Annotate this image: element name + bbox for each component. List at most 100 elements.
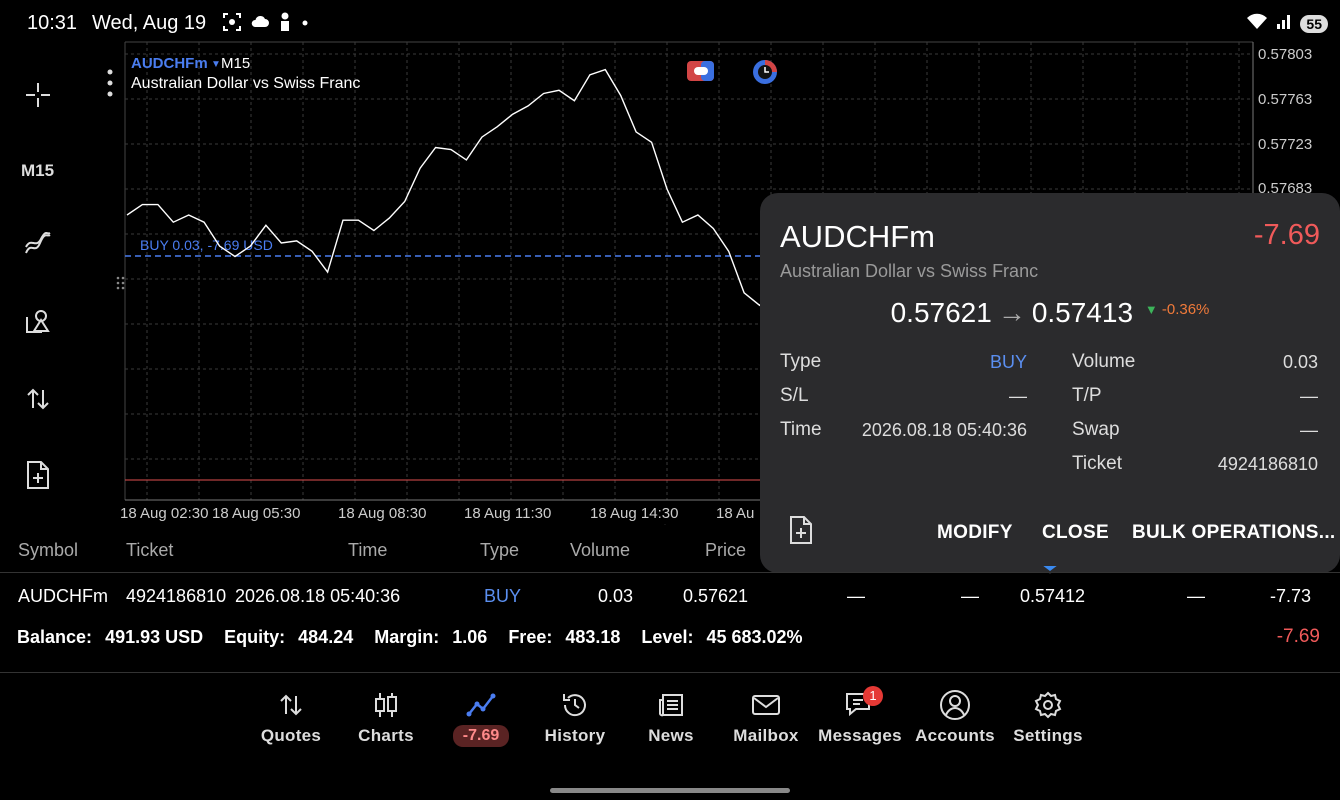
- nav-label: Settings: [1013, 726, 1083, 745]
- time-tick: 18 Aug 05:30: [212, 505, 300, 522]
- price-tick: 0.57723: [1258, 136, 1312, 153]
- field-label: S/L: [780, 385, 809, 406]
- row-swap: —: [1187, 586, 1205, 606]
- field-value-type: BUY: [989, 352, 1027, 372]
- free-label: Free:: [508, 627, 553, 647]
- field-value-volume: 0.03: [1282, 352, 1318, 372]
- chart-menu-button[interactable]: [107, 69, 113, 97]
- modify-button[interactable]: MODIFY: [937, 522, 1013, 544]
- row-tp: —: [961, 586, 979, 606]
- margin-label: Margin:: [374, 627, 440, 647]
- nav-quotes[interactable]: Quotes: [243, 688, 339, 746]
- signal-icon: [1276, 12, 1292, 35]
- user-circle-icon: [907, 688, 1003, 722]
- field-label: Ticket: [1072, 453, 1122, 474]
- history-icon: [527, 688, 623, 722]
- nav-label: Charts: [358, 726, 414, 745]
- news-icon: [623, 688, 719, 722]
- nav-label: Messages: [818, 726, 902, 745]
- signal-clock-icon[interactable]: [753, 60, 777, 84]
- down-triangle-icon: ▼: [1144, 302, 1158, 317]
- close-indicator-icon: [1043, 566, 1057, 571]
- indicators-button[interactable]: [0, 222, 75, 272]
- nav-trade-profit: -7.69: [452, 725, 510, 747]
- bulk-operations-button[interactable]: BULK OPERATIONS...: [1132, 522, 1336, 544]
- col-header-symbol[interactable]: Symbol: [18, 540, 78, 561]
- balance-label: Balance:: [17, 627, 93, 647]
- field-value-tp: —: [1300, 386, 1318, 406]
- screenshot-icon: [222, 12, 242, 37]
- field-label: T/P: [1072, 385, 1102, 406]
- nav-messages[interactable]: Messages: [812, 688, 908, 746]
- price-change-row: 0.57621 → 0.57413 ▼ -0.36%: [760, 297, 1340, 329]
- time-tick: 18 Aug 14:30: [590, 505, 678, 522]
- account-summary: Balance: 491.93 USD Equity: 484.24 Margi…: [17, 627, 819, 648]
- price-tick: 0.57803: [1258, 46, 1312, 63]
- level-value: 45 683.02%: [706, 627, 803, 647]
- nav-label: News: [648, 726, 694, 745]
- shapes-icon: [24, 307, 52, 340]
- symbol-dropdown-icon[interactable]: ▼: [211, 59, 221, 70]
- nav-accounts[interactable]: Accounts: [907, 688, 1003, 746]
- current-price: 0.57413: [1031, 297, 1134, 328]
- position-detail-card: AUDCHFm -7.69 Australian Dollar vs Swiss…: [760, 193, 1340, 574]
- nav-charts[interactable]: Charts: [338, 688, 434, 746]
- time-tick: 18 Aug 02:30: [120, 505, 208, 522]
- trade-button[interactable]: [0, 376, 75, 426]
- report-button[interactable]: [788, 515, 814, 550]
- time-tick: 18 Aug 08:30: [338, 505, 426, 522]
- nav-label: Mailbox: [733, 726, 799, 745]
- system-icons: 55: [1246, 12, 1328, 35]
- row-type: BUY: [484, 586, 522, 606]
- up-down-arrows-icon: [243, 688, 339, 722]
- nav-settings[interactable]: Settings: [1000, 688, 1096, 746]
- timeframe-button[interactable]: M15: [0, 146, 75, 196]
- home-indicator[interactable]: [550, 788, 790, 793]
- field-value-swap: —: [1300, 420, 1318, 440]
- mail-icon: [718, 688, 814, 722]
- add-document-icon: [788, 516, 814, 549]
- nav-label: History: [544, 726, 606, 745]
- field-value-sl: —: [1009, 386, 1027, 406]
- nav-news[interactable]: News: [623, 688, 719, 746]
- table-divider: [0, 572, 1340, 573]
- equity-value: 484.24: [298, 627, 354, 647]
- trade-line-label: BUY 0.03, -7.69 USD: [140, 237, 273, 253]
- row-symbol: AUDCHFm: [18, 586, 108, 606]
- chat-icon: [812, 688, 908, 722]
- chart-symbol[interactable]: AUDCHFm: [131, 55, 208, 72]
- one-click-trading-icon[interactable]: [687, 61, 714, 81]
- row-volume: 0.03: [598, 586, 634, 606]
- messages-badge: 1: [863, 686, 883, 706]
- nav-mailbox[interactable]: Mailbox: [718, 688, 814, 746]
- crosshair-button[interactable]: [0, 72, 75, 122]
- objects-button[interactable]: [0, 298, 75, 348]
- field-label: Volume: [1072, 351, 1136, 372]
- cloud-icon: [250, 12, 270, 37]
- col-header-volume[interactable]: Volume: [570, 540, 630, 561]
- field-value-ticket: 4924186810: [1217, 454, 1318, 474]
- status-date: Wed, Aug 19: [92, 12, 207, 34]
- row-sl: —: [847, 586, 865, 606]
- col-header-type[interactable]: Type: [480, 540, 519, 561]
- indicators-icon: [23, 231, 53, 264]
- equity-label: Equity:: [224, 627, 286, 647]
- col-header-price[interactable]: Price: [705, 540, 746, 561]
- new-order-button[interactable]: [0, 452, 75, 502]
- col-header-ticket[interactable]: Ticket: [126, 540, 173, 561]
- field-label: Time: [780, 419, 822, 440]
- close-position-button[interactable]: CLOSE: [1042, 522, 1109, 544]
- row-current-price: 0.57412: [1020, 586, 1086, 606]
- nav-trade[interactable]: -7.69: [433, 688, 529, 747]
- margin-value: 1.06: [452, 627, 488, 647]
- level-label: Level:: [641, 627, 694, 647]
- open-price: 0.57621: [890, 297, 992, 328]
- col-header-time[interactable]: Time: [348, 540, 387, 561]
- notification-icons: [222, 12, 310, 37]
- time-tick: 18 Aug 11:30: [464, 505, 551, 522]
- field-label: Type: [780, 351, 822, 372]
- row-profit: -7.73: [1270, 586, 1312, 606]
- nav-history[interactable]: History: [527, 688, 623, 746]
- nav-label: Quotes: [260, 726, 322, 745]
- row-ticket: 4924186810: [126, 586, 227, 606]
